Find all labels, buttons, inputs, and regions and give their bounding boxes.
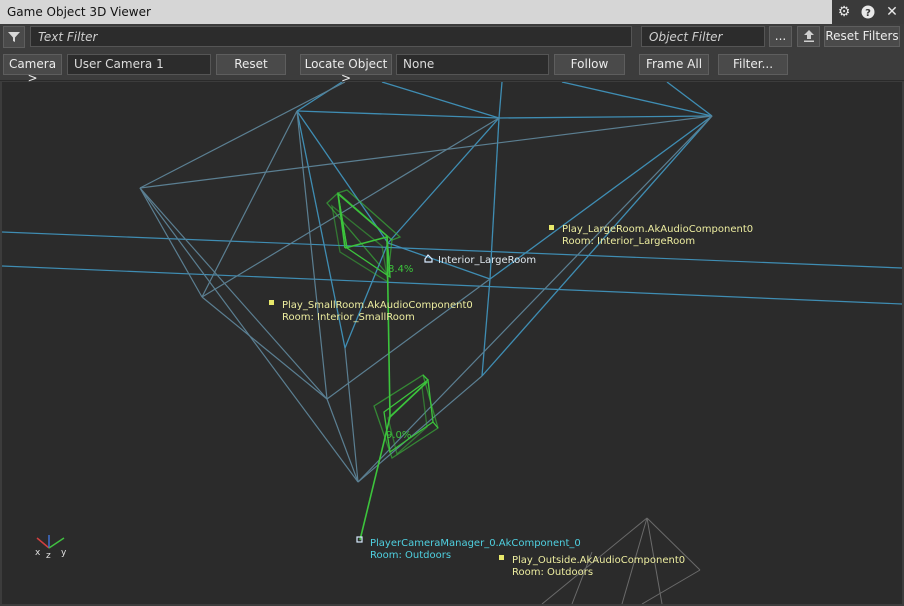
object-interior-largeroom[interactable]: Interior_LargeRoom <box>424 254 536 266</box>
axis-gizmo: x z y <box>35 535 67 561</box>
emitter-marker-icon <box>549 225 554 230</box>
camera-toolbar: Camera > User Camera 1 Reset Locate Obje… <box>0 50 904 85</box>
object-play-smallroom[interactable]: Play_SmallRoom.AkAudioComponent0 Room: I… <box>269 300 473 323</box>
object-label: Interior_LargeRoom <box>438 255 536 266</box>
percent-label-upper: 8.4% <box>388 264 413 275</box>
object-label: Play_SmallRoom.AkAudioComponent0 <box>282 300 473 311</box>
axis-x-label: x <box>35 548 41 558</box>
object-filter-browse-button[interactable]: ... <box>769 26 792 47</box>
object-label: PlayerCameraManager_0.AkComponent_0 <box>370 538 581 549</box>
funnel-icon <box>8 32 20 42</box>
scene-canvas[interactable]: 8.4% 9.0% Play_LargeRoom.AkAudioComponen… <box>2 82 902 604</box>
object-room-label: Room: Interior_LargeRoom <box>562 236 695 247</box>
camera-reset-button[interactable]: Reset <box>216 54 286 75</box>
text-filter-input[interactable]: Text Filter <box>30 26 632 47</box>
close-icon[interactable]: ✕ <box>883 3 901 21</box>
axis-y-label: y <box>61 548 67 558</box>
filter-options-button[interactable]: Filter... <box>718 54 788 75</box>
gear-icon[interactable]: ⚙ <box>835 3 853 21</box>
locate-object-button[interactable]: Locate Object > <box>300 54 392 85</box>
object-room-label: Room: Outdoors <box>370 550 451 561</box>
object-play-largeroom[interactable]: Play_LargeRoom.AkAudioComponent0 Room: I… <box>549 224 753 247</box>
help-icon[interactable]: ? <box>859 3 877 21</box>
title-bar: Game Object 3D Viewer ⚙ ? ✕ <box>0 0 904 24</box>
object-label: Play_LargeRoom.AkAudioComponent0 <box>562 224 753 235</box>
frame-all-button[interactable]: Frame All <box>639 54 709 75</box>
3d-viewport[interactable]: 8.4% 9.0% Play_LargeRoom.AkAudioComponen… <box>2 82 902 604</box>
title-bar-icons: ⚙ ? ✕ <box>832 0 904 24</box>
upload-button[interactable] <box>797 26 820 47</box>
locate-object-value-field[interactable]: None <box>396 54 549 75</box>
object-filter-input[interactable]: Object Filter <box>641 26 765 47</box>
object-label: Play_Outside.AkAudioComponent0 <box>512 555 685 566</box>
camera-menu-button[interactable]: Camera > <box>3 54 62 85</box>
percent-label-lower: 9.0% <box>386 430 411 441</box>
upload-icon <box>803 30 814 42</box>
camera-value-field[interactable]: User Camera 1 <box>67 54 211 75</box>
emitter-marker-icon <box>499 555 504 560</box>
filter-toolbar: Text Filter Object Filter ... Reset Filt… <box>0 24 904 50</box>
window-title: Game Object 3D Viewer <box>7 5 151 19</box>
axis-z-label: z <box>46 551 51 561</box>
ground-lines <box>2 231 902 305</box>
object-room-label: Room: Interior_SmallRoom <box>282 312 415 323</box>
object-room-label: Room: Outdoors <box>512 567 593 578</box>
emitter-marker-icon <box>269 300 274 305</box>
svg-text:?: ? <box>865 8 871 19</box>
filter-toggle-button[interactable] <box>3 26 25 48</box>
reset-filters-button[interactable]: Reset Filters <box>824 26 900 47</box>
follow-button[interactable]: Follow <box>554 54 625 75</box>
